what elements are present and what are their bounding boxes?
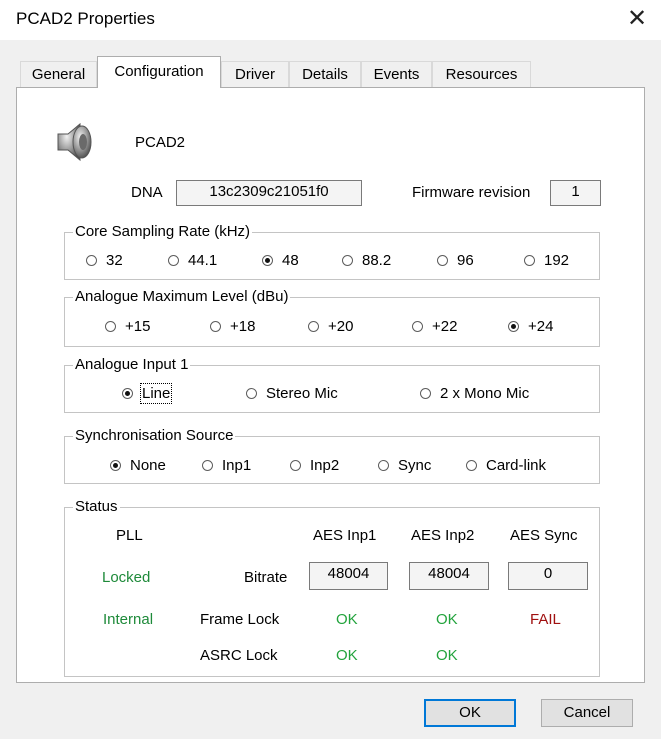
aes-inp1-header: AES Inp1	[313, 527, 377, 544]
dna-field: 13c2309c21051f0	[176, 180, 362, 206]
asrc-lock-aes-inp2: OK	[436, 647, 458, 664]
input-radio-line[interactable]: Line	[122, 383, 173, 404]
cancel-button[interactable]: Cancel	[541, 699, 633, 727]
sync-source-legend: Synchronisation Source	[73, 427, 236, 445]
asrc-lock-aes-inp1: OK	[336, 647, 358, 664]
bitrate-aes-inp2: 48004	[409, 562, 489, 590]
tab-resources[interactable]: Resources	[432, 61, 531, 87]
asrc-lock-label: ASRC Lock	[200, 647, 278, 664]
sync-radio-inp2[interactable]: Inp2	[290, 457, 339, 475]
speaker-icon	[52, 121, 96, 163]
sampling-rate-legend: Core Sampling Rate (kHz)	[73, 223, 253, 241]
level-radio-plus22[interactable]: +22	[412, 318, 457, 336]
radio-circle	[246, 388, 257, 399]
radio-circle	[466, 460, 477, 471]
radio-circle	[420, 388, 431, 399]
frame-lock-aes-inp2: OK	[436, 611, 458, 628]
frame-lock-aes-inp1: OK	[336, 611, 358, 628]
radio-circle	[290, 460, 301, 471]
radio-circle	[122, 388, 133, 399]
radio-circle	[86, 255, 97, 266]
bitrate-label: Bitrate	[244, 569, 288, 586]
pll-status-internal: Internal	[103, 611, 154, 628]
radio-circle	[262, 255, 273, 266]
radio-circle	[378, 460, 389, 471]
sampling-radio-192[interactable]: 192	[524, 252, 569, 270]
sync-radio-sync[interactable]: Sync	[378, 457, 431, 475]
status-legend: Status	[73, 498, 120, 516]
analogue-level-legend: Analogue Maximum Level (dBu)	[73, 288, 291, 306]
radio-circle	[524, 255, 535, 266]
ok-button[interactable]: OK	[424, 699, 516, 727]
aes-sync-header: AES Sync	[510, 527, 578, 544]
tab-driver[interactable]: Driver	[221, 61, 289, 87]
radio-circle	[105, 321, 116, 332]
level-radio-plus24[interactable]: +24	[508, 318, 553, 336]
radio-circle	[342, 255, 353, 266]
tab-configuration[interactable]: Configuration	[97, 56, 221, 88]
bitrate-aes-inp1: 48004	[309, 562, 388, 590]
analogue-input-legend: Analogue Input 1	[73, 356, 191, 374]
firmware-label: Firmware revision	[412, 184, 531, 201]
dna-label: DNA	[131, 184, 163, 201]
tab-details[interactable]: Details	[289, 61, 361, 87]
firmware-field: 1	[550, 180, 601, 206]
radio-circle	[308, 321, 319, 332]
radio-circle	[202, 460, 213, 471]
sampling-radio-48[interactable]: 48	[262, 252, 299, 270]
frame-lock-label: Frame Lock	[200, 611, 280, 628]
radio-circle	[210, 321, 221, 332]
window-title: PCAD2 Properties	[16, 9, 155, 28]
frame-lock-aes-sync: FAIL	[530, 611, 561, 628]
sync-radio-inp1[interactable]: Inp1	[202, 457, 251, 475]
radio-circle	[168, 255, 179, 266]
sync-radio-none[interactable]: None	[110, 457, 166, 475]
radio-circle	[508, 321, 519, 332]
sampling-radio-32[interactable]: 32	[86, 252, 123, 270]
radio-circle	[437, 255, 448, 266]
level-radio-plus20[interactable]: +20	[308, 318, 353, 336]
pll-status-locked: Locked	[102, 569, 151, 586]
level-radio-plus18[interactable]: +18	[210, 318, 255, 336]
radio-circle	[412, 321, 423, 332]
pll-header: PLL	[116, 527, 143, 544]
level-radio-plus15[interactable]: +15	[105, 318, 150, 336]
aes-inp2-header: AES Inp2	[411, 527, 475, 544]
sampling-radio-88-2[interactable]: 88.2	[342, 252, 391, 270]
tab-events[interactable]: Events	[361, 61, 432, 87]
sampling-radio-96[interactable]: 96	[437, 252, 474, 270]
close-icon[interactable]: ✕	[620, 3, 654, 35]
device-name: PCAD2	[135, 134, 186, 151]
bitrate-aes-sync: 0	[508, 562, 588, 590]
input-radio-2x-mono-mic[interactable]: 2 x Mono Mic	[420, 385, 529, 403]
radio-circle	[110, 460, 121, 471]
sync-radio-card-link[interactable]: Card-link	[466, 457, 546, 475]
sampling-radio-44-1[interactable]: 44.1	[168, 252, 217, 270]
input-radio-stereo-mic[interactable]: Stereo Mic	[246, 385, 338, 403]
tab-general[interactable]: General	[20, 61, 97, 87]
